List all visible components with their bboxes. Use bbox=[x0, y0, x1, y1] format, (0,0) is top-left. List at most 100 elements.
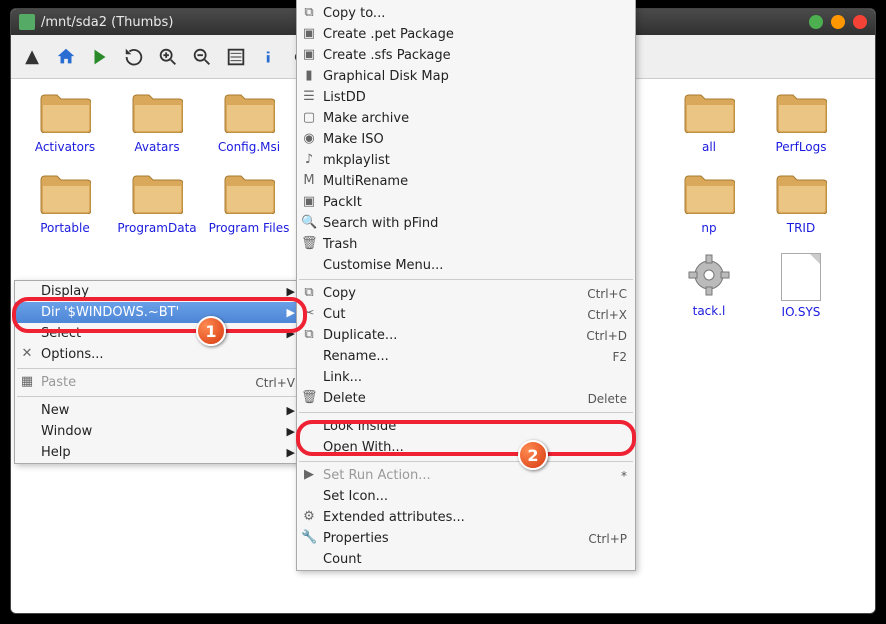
folder-label: PerfLogs bbox=[757, 140, 845, 154]
file-icon bbox=[781, 253, 821, 301]
maximize-button[interactable] bbox=[831, 15, 845, 29]
zoom-out-button[interactable] bbox=[187, 42, 217, 72]
menu-separator bbox=[17, 396, 301, 397]
paste-icon: ▦ bbox=[19, 374, 35, 390]
menu-display[interactable]: Display▶ bbox=[15, 281, 303, 302]
file-iosys[interactable]: IO.SYS bbox=[757, 253, 845, 319]
folder-avatars[interactable]: Avatars bbox=[113, 91, 201, 154]
menu-cut[interactable]: ✂CutCtrl+X bbox=[297, 304, 635, 325]
refresh-button[interactable] bbox=[119, 42, 149, 72]
submenu-arrow-icon: ▶ bbox=[287, 404, 295, 417]
tools-icon: ✕ bbox=[19, 346, 35, 362]
menu-multirename[interactable]: MMultiRename bbox=[297, 171, 635, 192]
duplicate-icon: ⧉ bbox=[301, 327, 317, 343]
folder-portable[interactable]: Portable bbox=[21, 172, 109, 235]
folder-label: ProgramData bbox=[113, 221, 201, 235]
folder-label: TRID bbox=[757, 221, 845, 235]
menu-mkplaylist[interactable]: ♪mkplaylist bbox=[297, 150, 635, 171]
menu-gdm[interactable]: ▮Graphical Disk Map bbox=[297, 66, 635, 87]
package-icon: ▣ bbox=[301, 26, 317, 42]
zoom-in-button[interactable] bbox=[153, 42, 183, 72]
menu-dir[interactable]: Dir '$WINDOWS.~BT'▶ bbox=[15, 302, 303, 323]
menu-delete[interactable]: 🗑DeleteDelete bbox=[297, 388, 635, 409]
folder-label: Activators bbox=[21, 140, 109, 154]
folder-label: all bbox=[665, 140, 753, 154]
menu-makeiso[interactable]: ◉Make ISO bbox=[297, 129, 635, 150]
menu-trash[interactable]: 🗑Trash bbox=[297, 234, 635, 255]
play-button[interactable] bbox=[85, 42, 115, 72]
menu-options[interactable]: ✕Options... bbox=[15, 344, 303, 365]
menu-create-pet[interactable]: ▣Create .pet Package bbox=[297, 24, 635, 45]
menu-help[interactable]: Help▶ bbox=[15, 442, 303, 463]
menu-select[interactable]: Select▶ bbox=[15, 323, 303, 344]
folder-programdata[interactable]: ProgramData bbox=[113, 172, 201, 235]
submenu-arrow-icon: ▶ bbox=[287, 306, 295, 319]
menu-properties[interactable]: 🔧PropertiesCtrl+P bbox=[297, 528, 635, 549]
folder-np[interactable]: np bbox=[665, 172, 753, 235]
menu-makearchive[interactable]: ▢Make archive bbox=[297, 108, 635, 129]
disc-icon: ◉ bbox=[301, 131, 317, 147]
attr-icon: ⚙ bbox=[301, 509, 317, 525]
menu-extattr[interactable]: ⚙Extended attributes... bbox=[297, 507, 635, 528]
run-icon: ▶ bbox=[301, 467, 317, 483]
menu-separator bbox=[299, 279, 633, 280]
folder-label: Avatars bbox=[113, 140, 201, 154]
menu-lookinside[interactable]: Look Inside bbox=[297, 416, 635, 437]
minimize-button[interactable] bbox=[809, 15, 823, 29]
home-button[interactable] bbox=[51, 42, 81, 72]
props-icon: 🔧 bbox=[301, 530, 317, 546]
window-title: /mnt/sda2 (Thumbs) bbox=[41, 15, 173, 30]
submenu-arrow-icon: ▶ bbox=[287, 327, 295, 340]
folder-all[interactable]: all bbox=[665, 91, 753, 154]
folder-label: np bbox=[665, 221, 753, 235]
list-icon: ☰ bbox=[301, 89, 317, 105]
folder-trid[interactable]: TRID bbox=[757, 172, 845, 235]
annotation-badge-1: 1 bbox=[196, 316, 226, 346]
package-icon: ▣ bbox=[301, 47, 317, 63]
menu-copyto[interactable]: ⧉Copy to... bbox=[297, 3, 635, 24]
menu-openwith[interactable]: Open With... bbox=[297, 437, 635, 458]
menu-customise[interactable]: Customise Menu... bbox=[297, 255, 635, 276]
rename-icon: M bbox=[301, 173, 317, 189]
submenu-arrow-icon: ▶ bbox=[287, 446, 295, 459]
list-view-button[interactable] bbox=[221, 42, 251, 72]
menu-paste[interactable]: ▦PasteCtrl+V bbox=[15, 372, 303, 393]
menu-separator bbox=[17, 368, 301, 369]
up-button[interactable]: ▲ bbox=[17, 42, 47, 72]
menu-create-sfs[interactable]: ▣Create .sfs Package bbox=[297, 45, 635, 66]
folder-activators[interactable]: Activators bbox=[21, 91, 109, 154]
menu-copy[interactable]: ⧉CopyCtrl+C bbox=[297, 283, 635, 304]
chart-icon: ▮ bbox=[301, 68, 317, 84]
menu-link[interactable]: Link... bbox=[297, 367, 635, 388]
menu-new[interactable]: New▶ bbox=[15, 400, 303, 421]
menu-seticon[interactable]: Set Icon... bbox=[297, 486, 635, 507]
context-menu-submenu: ⧉Copy to... ▣Create .pet Package ▣Create… bbox=[296, 0, 636, 571]
folder-perflogs[interactable]: PerfLogs bbox=[757, 91, 845, 154]
context-menu-primary: Display▶ Dir '$WINDOWS.~BT'▶ Select▶ ✕Op… bbox=[14, 280, 304, 464]
menu-duplicate[interactable]: ⧉Duplicate...Ctrl+D bbox=[297, 325, 635, 346]
cut-icon: ✂ bbox=[301, 306, 317, 322]
file-tackl[interactable]: tack.l bbox=[665, 253, 753, 319]
annotation-badge-2: 2 bbox=[518, 440, 548, 470]
menu-count[interactable]: Count bbox=[297, 549, 635, 570]
file-label: IO.SYS bbox=[757, 305, 845, 319]
menu-window[interactable]: Window▶ bbox=[15, 421, 303, 442]
search-icon: 🔍 bbox=[301, 215, 317, 231]
menu-packit[interactable]: ▣PackIt bbox=[297, 192, 635, 213]
submenu-arrow-icon: ▶ bbox=[287, 425, 295, 438]
menu-rename[interactable]: Rename...F2 bbox=[297, 346, 635, 367]
menu-pfind[interactable]: 🔍Search with pFind bbox=[297, 213, 635, 234]
info-button[interactable] bbox=[255, 42, 285, 72]
menu-listdd[interactable]: ☰ListDD bbox=[297, 87, 635, 108]
delete-icon: 🗑 bbox=[301, 390, 317, 406]
folder-configmsi[interactable]: Config.Msi bbox=[205, 91, 293, 154]
folder-label: Portable bbox=[21, 221, 109, 235]
menu-separator bbox=[299, 461, 633, 462]
copy-icon: ⧉ bbox=[301, 285, 317, 301]
menu-separator bbox=[299, 412, 633, 413]
folder-label: Config.Msi bbox=[205, 140, 293, 154]
close-button[interactable] bbox=[853, 15, 867, 29]
folder-programfiles[interactable]: Program Files bbox=[205, 172, 293, 235]
submenu-arrow-icon: ▶ bbox=[287, 285, 295, 298]
menu-setrunaction[interactable]: ▶Set Run Action...* bbox=[297, 465, 635, 486]
